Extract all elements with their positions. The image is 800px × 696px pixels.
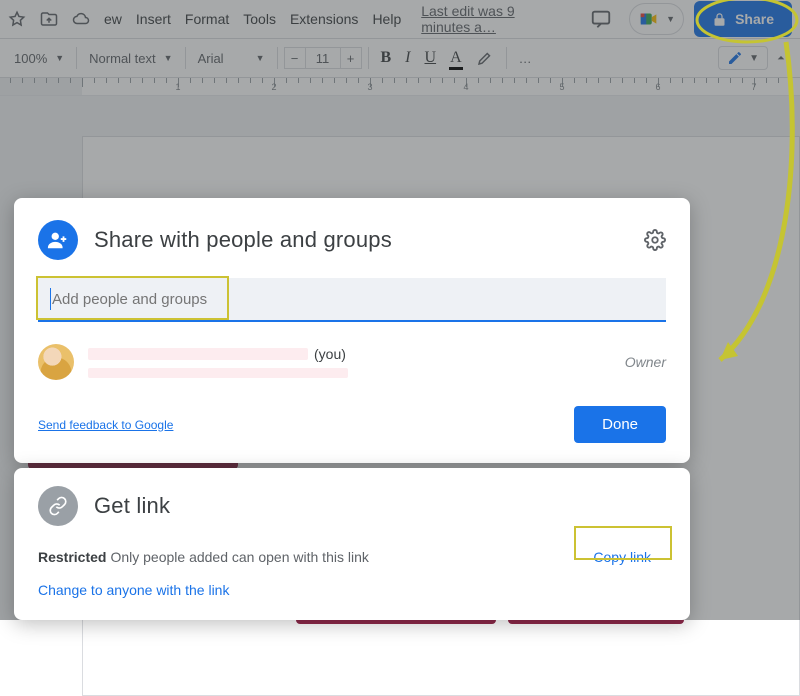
redacted-email bbox=[88, 368, 348, 378]
change-access-link[interactable]: Change to anyone with the link bbox=[38, 582, 229, 598]
get-link-title: Get link bbox=[94, 493, 666, 519]
people-icon bbox=[38, 220, 78, 260]
done-button[interactable]: Done bbox=[574, 406, 666, 443]
share-dialog-title: Share with people and groups bbox=[94, 227, 628, 253]
redacted-name bbox=[88, 348, 308, 360]
restricted-label: Restricted bbox=[38, 549, 110, 565]
share-settings-button[interactable] bbox=[644, 229, 666, 251]
avatar bbox=[38, 344, 74, 380]
add-people-field[interactable] bbox=[52, 291, 654, 308]
copy-link-button[interactable]: Copy link bbox=[578, 540, 666, 574]
restricted-desc: Only people added can open with this lin… bbox=[110, 549, 368, 565]
link-icon bbox=[38, 486, 78, 526]
person-row: (you) Owner bbox=[38, 344, 666, 380]
share-dialog: Share with people and groups (you) Owner… bbox=[14, 198, 690, 463]
feedback-link[interactable]: Send feedback to Google bbox=[38, 418, 173, 432]
you-label: (you) bbox=[314, 346, 346, 362]
get-link-dialog: Get link Restricted Only people added ca… bbox=[14, 468, 690, 620]
add-people-input[interactable] bbox=[38, 278, 666, 322]
role-label: Owner bbox=[625, 354, 666, 370]
